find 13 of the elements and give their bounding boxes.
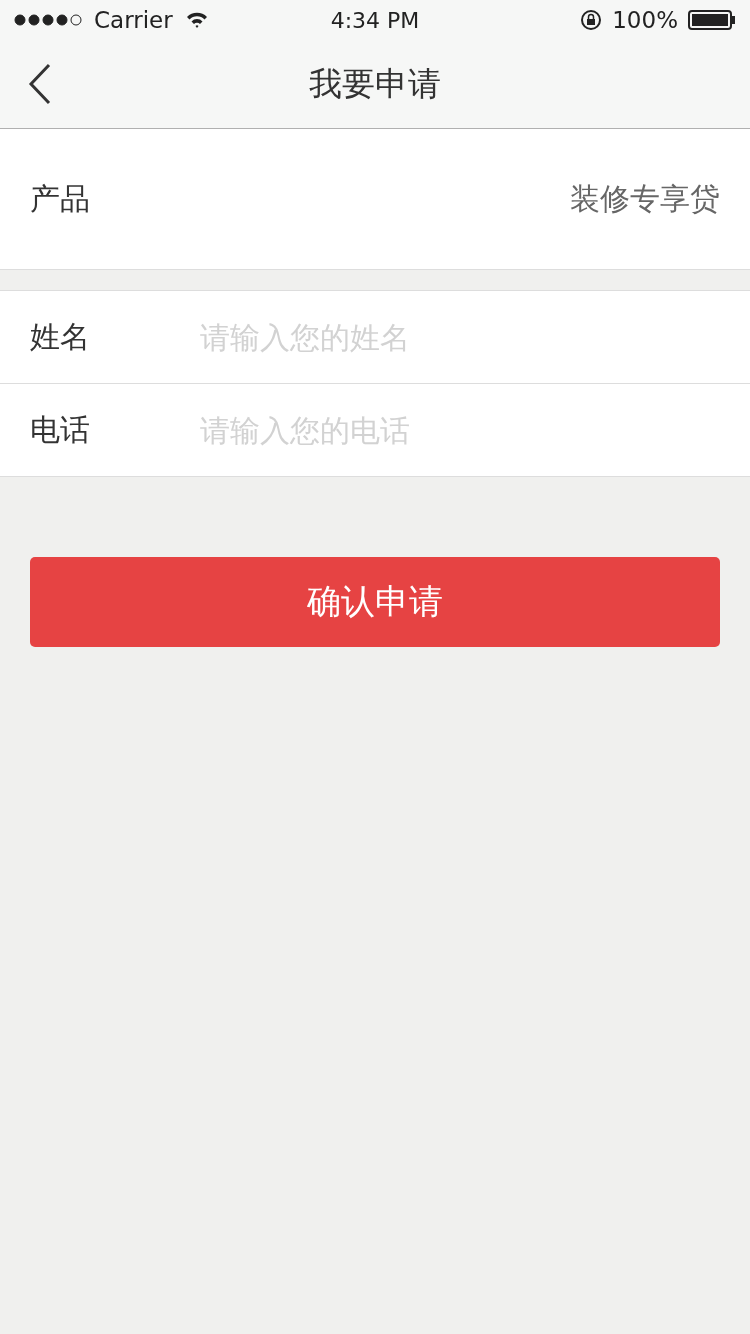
back-chevron-icon — [28, 63, 52, 105]
page-title: 我要申请 — [309, 62, 441, 105]
product-value: 装修专享贷 — [570, 179, 720, 218]
battery-icon — [688, 10, 736, 30]
rotation-lock-icon — [580, 9, 603, 31]
status-time: 4:34 PM — [330, 7, 420, 33]
product-label: 产品 — [30, 179, 91, 218]
submit-button[interactable]: 确认申请 — [30, 557, 720, 647]
signal-icon — [14, 13, 82, 27]
field-label: 电话 — [30, 410, 91, 449]
battery-percent: 100% — [612, 7, 678, 33]
field-label: 姓名 — [30, 317, 91, 356]
carrier-name: Carrier — [94, 7, 173, 33]
